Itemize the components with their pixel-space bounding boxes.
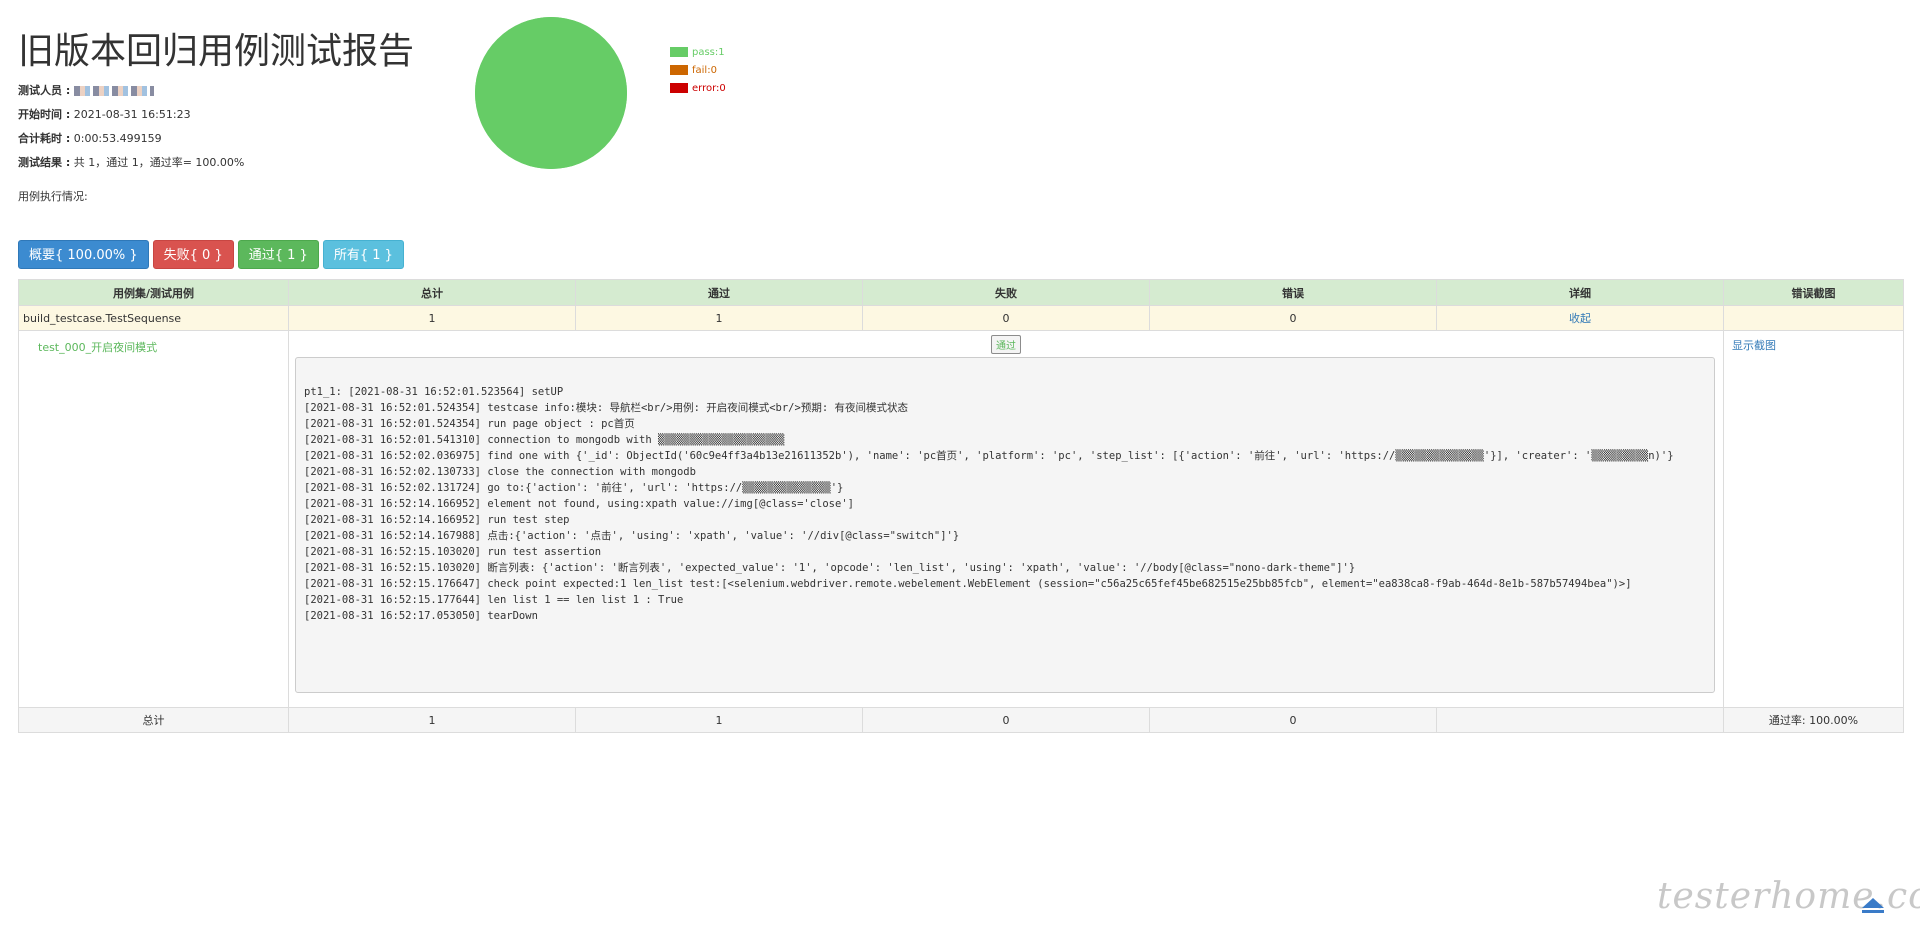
log-line: [2021-08-31 16:52:17.053050] tearDown bbox=[304, 610, 538, 622]
table-row: 总计 1 1 0 0 通过率: 100.00% bbox=[18, 707, 1904, 733]
suite-error: 0 bbox=[1149, 305, 1437, 331]
start-time-label: 开始时间 : bbox=[18, 108, 71, 122]
legend-error-swatch bbox=[670, 83, 688, 93]
case-status-button[interactable]: 通过 bbox=[991, 335, 1021, 354]
suite-detail-cell: 收起 bbox=[1436, 305, 1724, 331]
passed-button[interactable]: 通过{ 1 } bbox=[237, 240, 319, 269]
header-total: 总计 bbox=[288, 279, 576, 306]
case-detail-cell: 通过 pt1_1: [2021-08-31 16:52:01.523564] s… bbox=[288, 330, 1724, 708]
case-name-cell: test_000_开启夜间模式 bbox=[18, 330, 289, 708]
log-line: [2021-08-31 16:52:14.166952] element not… bbox=[304, 498, 854, 510]
total-label: 总计 bbox=[18, 707, 289, 733]
start-time-value: 2021-08-31 16:51:23 bbox=[73, 108, 191, 122]
total-count: 1 bbox=[288, 707, 576, 733]
header-pass: 通过 bbox=[575, 279, 863, 306]
report-page: 旧版本回归用例测试报告 测试人员 : 开始时间 : 2021-08-31 16:… bbox=[0, 0, 1920, 937]
case-screenshot-cell: 显示截图 bbox=[1723, 330, 1904, 708]
suite-total: 1 bbox=[288, 305, 576, 331]
duration-label: 合计耗时 : bbox=[18, 132, 71, 146]
pie-svg bbox=[475, 17, 627, 169]
table-row: build_testcase.TestSequense 1 1 0 0 收起 bbox=[18, 305, 1904, 331]
back-to-top-icon[interactable] bbox=[1860, 896, 1886, 916]
log-line: [2021-08-31 16:52:15.103020] run test as… bbox=[304, 546, 602, 558]
result-table: 用例集/测试用例 总计 通过 失败 错误 详细 错误截图 build_testc… bbox=[18, 279, 1904, 733]
log-line: [2021-08-31 16:52:15.103020] 断言列表: {'act… bbox=[304, 562, 1356, 574]
case-name: test_000_开启夜间模式 bbox=[38, 341, 158, 354]
case-log: pt1_1: [2021-08-31 16:52:01.523564] setU… bbox=[295, 357, 1715, 693]
log-line: [2021-08-31 16:52:15.176647] check point… bbox=[304, 578, 1632, 590]
log-line: [2021-08-31 16:52:02.036975] find one wi… bbox=[304, 450, 1674, 462]
tester-name-redacted bbox=[73, 86, 154, 97]
total-error: 0 bbox=[1149, 707, 1437, 733]
summary-button[interactable]: 概要{ 100.00% } bbox=[18, 240, 149, 269]
tester-label: 测试人员 : bbox=[18, 84, 71, 98]
log-line: [2021-08-31 16:52:14.166952] run test st… bbox=[304, 514, 570, 526]
log-line: [2021-08-31 16:52:01.524354] run page ob… bbox=[304, 418, 635, 430]
log-line: [2021-08-31 16:52:02.130733] close the c… bbox=[304, 466, 696, 478]
legend-fail-swatch bbox=[670, 65, 688, 75]
collapse-link[interactable]: 收起 bbox=[1569, 312, 1591, 325]
suite-name: build_testcase.TestSequense bbox=[18, 305, 289, 331]
log-line: pt1_1: [2021-08-31 16:52:01.523564] setU… bbox=[304, 386, 564, 398]
header-screenshot: 错误截图 bbox=[1723, 279, 1904, 306]
suite-screenshot-cell bbox=[1723, 305, 1904, 331]
table-header-row: 用例集/测试用例 总计 通过 失败 错误 详细 错误截图 bbox=[18, 279, 1904, 306]
total-pass-rate: 通过率: 100.00% bbox=[1723, 707, 1904, 733]
all-button[interactable]: 所有{ 1 } bbox=[322, 240, 404, 269]
execution-label: 用例执行情况: bbox=[18, 190, 88, 203]
total-pass: 1 bbox=[575, 707, 863, 733]
log-line: [2021-08-31 16:52:14.167988] 点击:{'action… bbox=[304, 530, 960, 542]
suite-fail: 0 bbox=[862, 305, 1150, 331]
legend-fail-label: fail:0 bbox=[692, 64, 717, 76]
result-value: 共 1，通过 1，通过率= 100.00% bbox=[73, 156, 245, 170]
pie-slice-pass bbox=[475, 17, 627, 169]
legend-pass: pass:1 bbox=[670, 43, 726, 61]
log-line: [2021-08-31 16:52:15.177644] len list 1 … bbox=[304, 594, 684, 606]
duration-value: 0:00:53.499159 bbox=[73, 132, 162, 146]
show-screenshot-link[interactable]: 显示截图 bbox=[1728, 331, 1899, 353]
total-detail-cell bbox=[1436, 707, 1724, 733]
result-label: 测试结果 : bbox=[18, 156, 71, 170]
result-pie-chart bbox=[475, 17, 627, 169]
legend-fail: fail:0 bbox=[670, 61, 726, 79]
legend-error: error:0 bbox=[670, 79, 726, 97]
filter-buttons: 概要{ 100.00% } 失败{ 0 } 通过{ 1 } 所有{ 1 } bbox=[18, 240, 404, 269]
total-fail: 0 bbox=[862, 707, 1150, 733]
legend-pass-swatch bbox=[670, 47, 688, 57]
legend-error-label: error:0 bbox=[692, 82, 726, 94]
log-line: [2021-08-31 16:52:02.131724] go to:{'act… bbox=[304, 482, 844, 494]
chart-legend: pass:1 fail:0 error:0 bbox=[670, 43, 726, 97]
header-fail: 失败 bbox=[862, 279, 1150, 306]
failed-button[interactable]: 失败{ 0 } bbox=[152, 240, 234, 269]
header-detail: 详细 bbox=[1436, 279, 1724, 306]
legend-pass-label: pass:1 bbox=[692, 46, 725, 58]
log-line: [2021-08-31 16:52:01.524354] testcase in… bbox=[304, 402, 908, 414]
log-line: [2021-08-31 16:52:01.541310] connection … bbox=[304, 434, 785, 446]
table-row: test_000_开启夜间模式 通过 pt1_1: [2021-08-31 16… bbox=[18, 330, 1904, 708]
suite-pass: 1 bbox=[575, 305, 863, 331]
header-suite: 用例集/测试用例 bbox=[18, 279, 289, 306]
header-error: 错误 bbox=[1149, 279, 1437, 306]
